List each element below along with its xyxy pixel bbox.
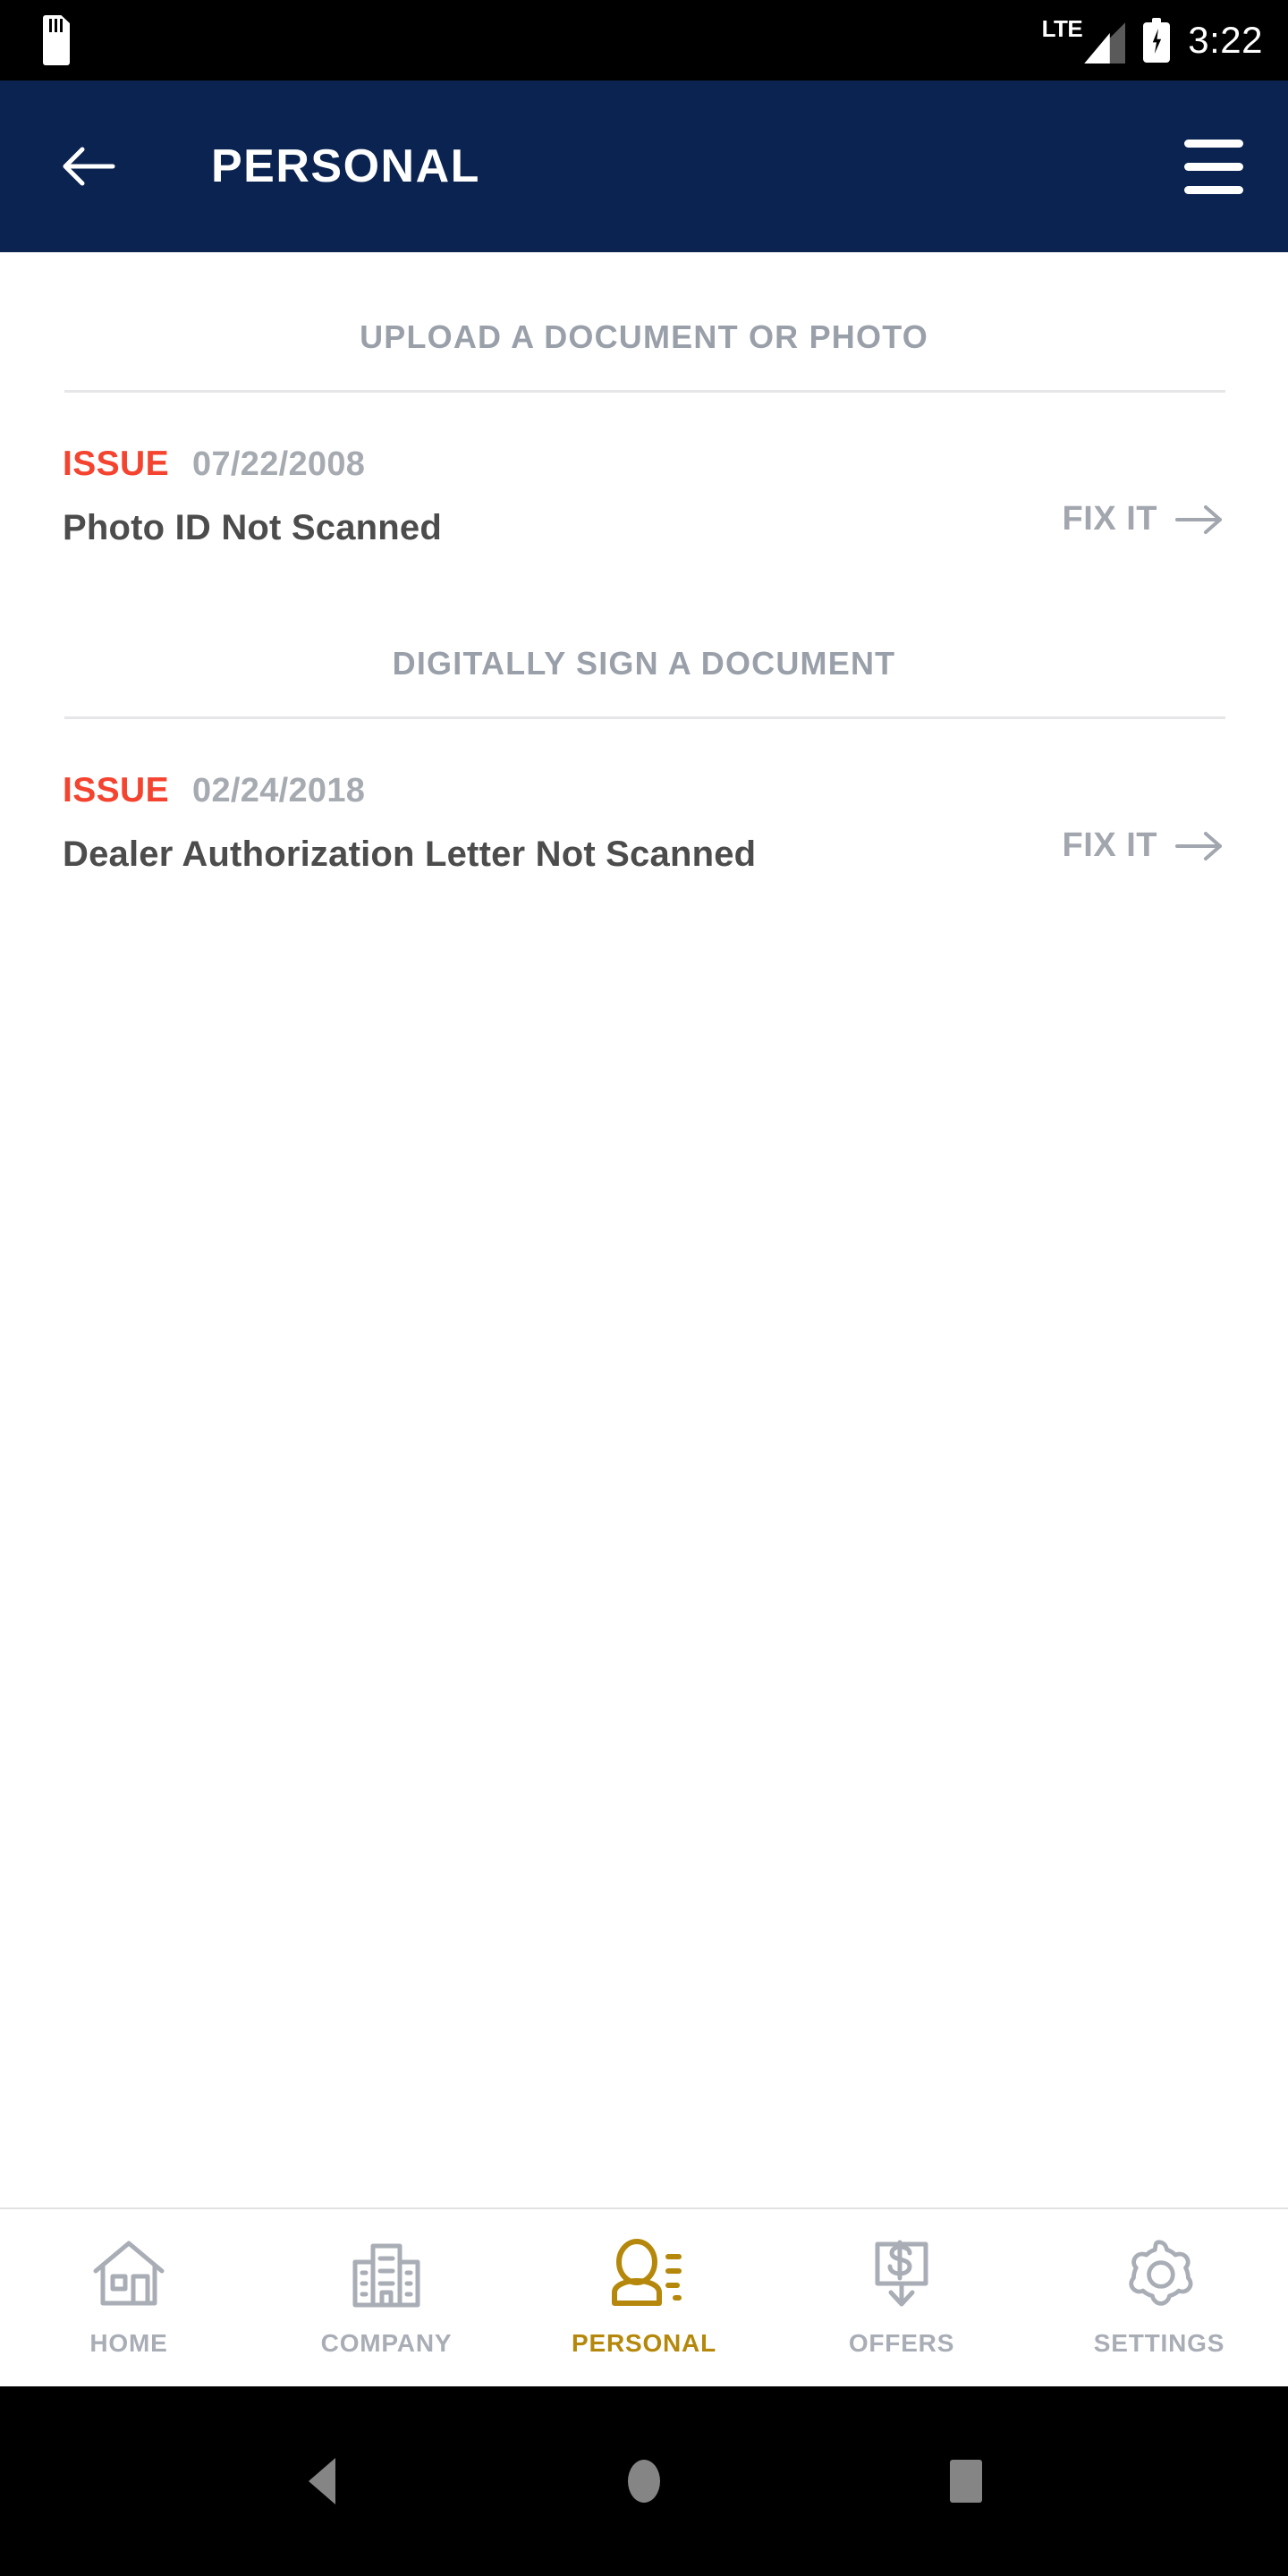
issue-title: Dealer Authorization Letter Not Scanned [63, 835, 757, 874]
person-icon [601, 2231, 687, 2317]
nav-item-offers[interactable]: OFFERS [773, 2209, 1030, 2358]
app-header: PERSONAL [0, 80, 1288, 252]
fix-it-label: FIX IT [1062, 826, 1157, 864]
nav-label: COMPANY [320, 2329, 453, 2357]
status-bar-right: LTE 3:22 [1042, 17, 1263, 64]
system-home-icon[interactable] [590, 2428, 698, 2535]
section-upload-document: UPLOAD A DOCUMENT OR PHOTO ISSUE 07/22/2… [0, 252, 1288, 548]
battery-charging-icon [1143, 18, 1171, 63]
system-recents-icon[interactable] [912, 2428, 1020, 2535]
nav-label: OFFERS [848, 2329, 955, 2357]
phone-screen: LTE 3:22 PERSONAL UPLOAD A DOCUMENT OR P… [0, 0, 1288, 2576]
fix-it-button[interactable]: FIX IT [1063, 500, 1224, 538]
signal-bars-icon: LTE [1042, 17, 1126, 64]
page-title: PERSONAL [211, 140, 480, 192]
issue-row[interactable]: ISSUE 07/22/2008 Photo ID Not Scanned FI… [0, 393, 1288, 548]
nav-item-personal[interactable]: PERSONAL [515, 2209, 773, 2358]
section-digitally-sign: DIGITALLY SIGN A DOCUMENT ISSUE 02/24/20… [0, 548, 1288, 875]
gear-icon [1116, 2231, 1202, 2317]
status-badge: ISSUE [63, 445, 170, 483]
issue-meta: ISSUE 07/22/2008 [63, 445, 1063, 484]
issue-meta: ISSUE 02/24/2018 [63, 771, 1063, 810]
section-header: UPLOAD A DOCUMENT OR PHOTO [360, 318, 928, 355]
nav-item-settings[interactable]: SETTINGS [1030, 2209, 1288, 2358]
arrow-right-icon [1175, 502, 1224, 538]
status-bar-clock: 3:22 [1188, 19, 1263, 61]
building-icon [343, 2231, 429, 2317]
nav-item-company[interactable]: COMPANY [258, 2209, 515, 2358]
money-download-icon [859, 2231, 945, 2317]
issue-title: Photo ID Not Scanned [63, 508, 442, 547]
network-type-label: LTE [1041, 15, 1083, 42]
status-bar: LTE 3:22 [0, 0, 1288, 80]
sd-card-icon [43, 15, 70, 65]
issue-details: ISSUE 02/24/2018 Dealer Authorization Le… [63, 771, 1063, 875]
fix-it-label: FIX IT [1062, 500, 1157, 538]
status-badge: ISSUE [63, 771, 170, 809]
home-icon [86, 2231, 172, 2317]
hamburger-menu-icon[interactable] [1184, 139, 1243, 194]
issue-row[interactable]: ISSUE 02/24/2018 Dealer Authorization Le… [0, 719, 1288, 875]
issue-details: ISSUE 07/22/2008 Photo ID Not Scanned [63, 445, 1063, 548]
back-arrow-icon[interactable] [55, 134, 120, 199]
arrow-right-icon [1175, 828, 1224, 864]
section-header: DIGITALLY SIGN A DOCUMENT [392, 645, 896, 682]
nav-item-home[interactable]: HOME [0, 2209, 258, 2358]
nav-label: PERSONAL [572, 2329, 716, 2357]
nav-label: SETTINGS [1093, 2329, 1225, 2357]
main-content: UPLOAD A DOCUMENT OR PHOTO ISSUE 07/22/2… [0, 252, 1288, 2207]
bottom-navigation-bar: HOME COMPANY PERSONAL OFFERS SETTINGS [0, 2207, 1288, 2386]
fix-it-button[interactable]: FIX IT [1063, 826, 1224, 865]
issue-date: 07/22/2008 [192, 445, 366, 483]
issue-date: 02/24/2018 [192, 772, 366, 809]
status-bar-left [43, 15, 70, 65]
nav-label: HOME [89, 2329, 168, 2357]
system-back-icon[interactable] [268, 2428, 376, 2535]
system-navigation-bar [0, 2386, 1288, 2576]
